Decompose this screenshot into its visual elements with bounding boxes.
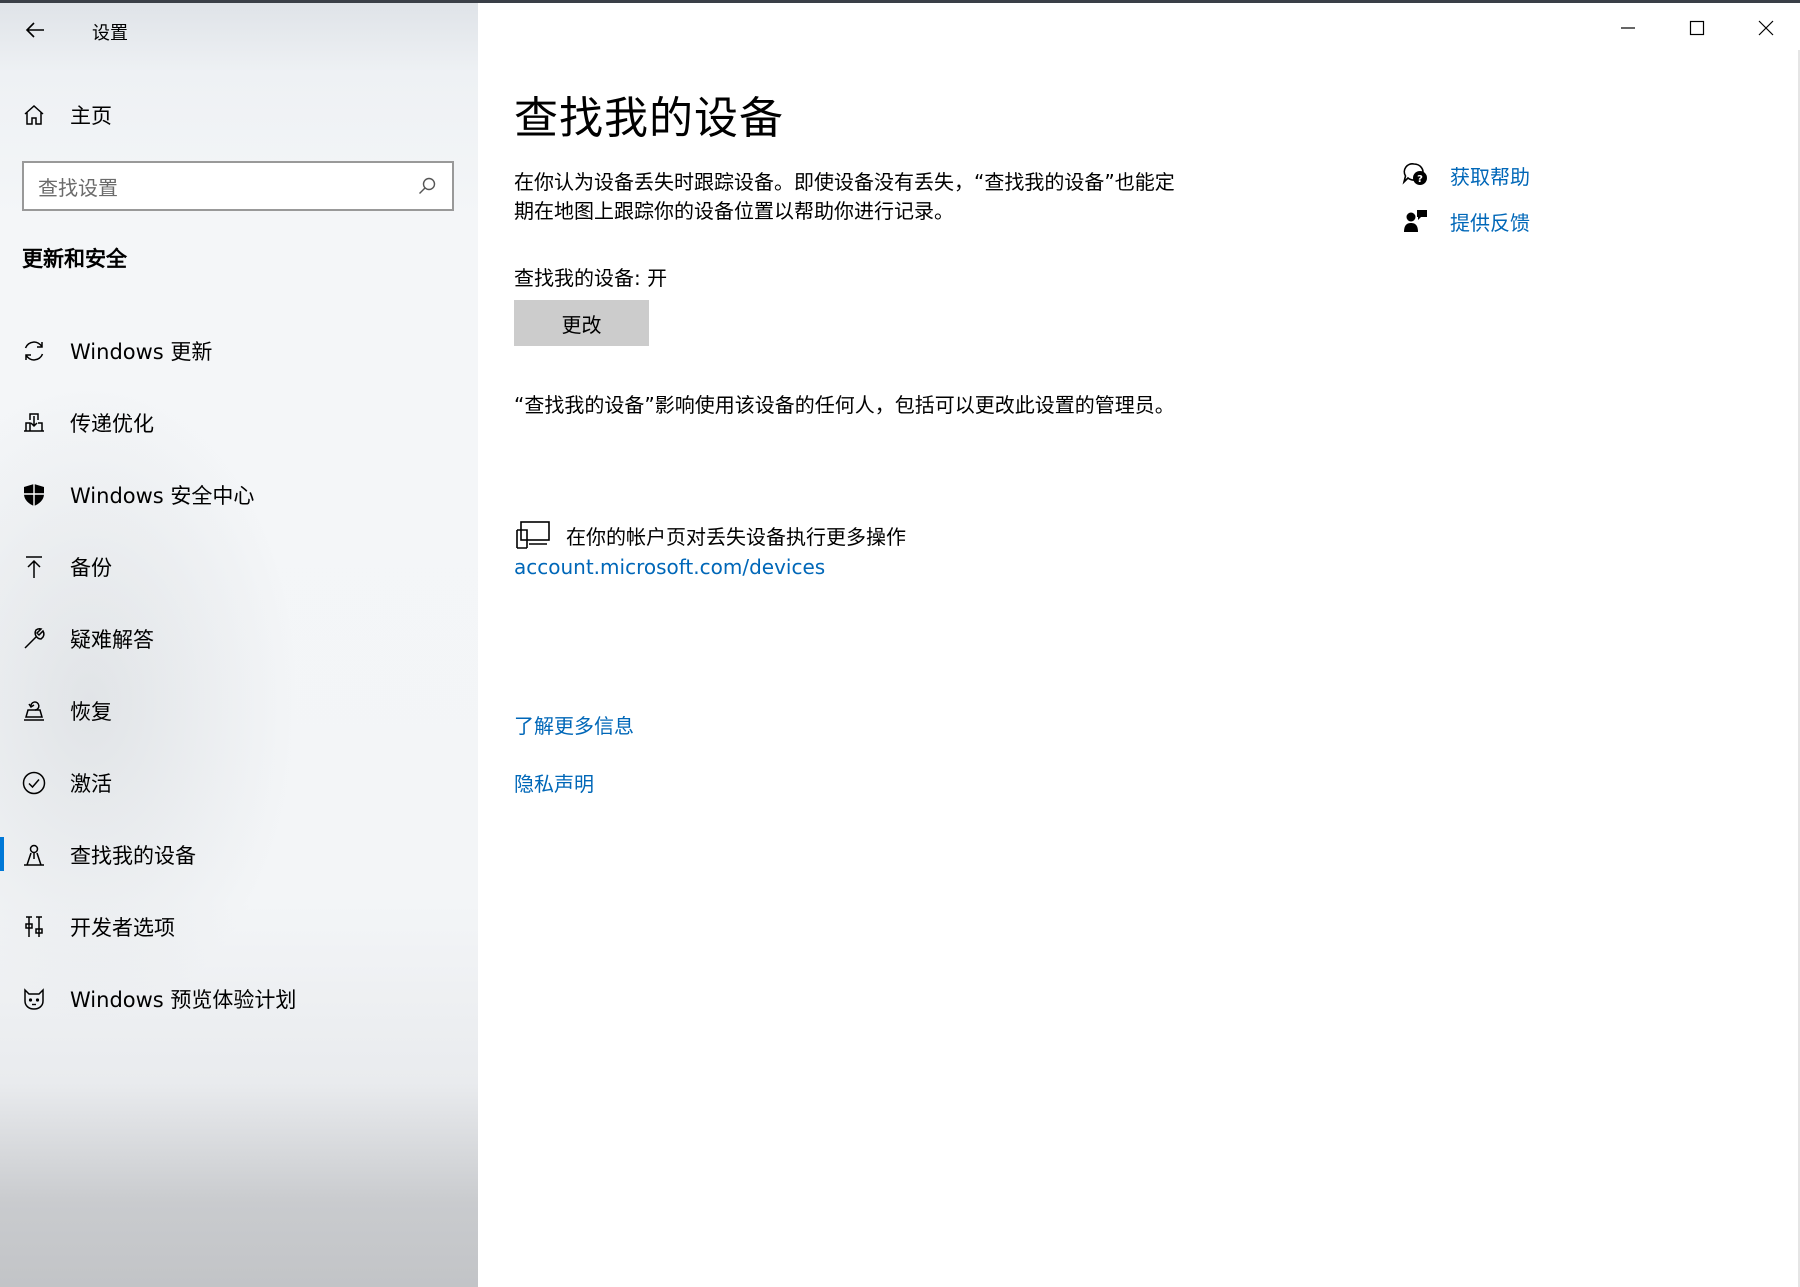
sidebar-item-label: 恢复 xyxy=(70,700,112,724)
insider-cat-icon xyxy=(20,985,48,1013)
sidebar-item-find-my-device[interactable]: 查找我的设备 xyxy=(0,819,478,891)
sidebar-item-windows-update[interactable]: Windows 更新 xyxy=(0,315,478,387)
search-input[interactable]: 查找设置 xyxy=(22,161,454,211)
window-controls xyxy=(1593,3,1800,53)
section-title: 更新和安全 xyxy=(22,247,127,271)
learn-more-link[interactable]: 了解更多信息 xyxy=(514,710,634,739)
sidebar-item-delivery-optimization[interactable]: 传递优化 xyxy=(0,387,478,459)
sidebar-item-label: 激活 xyxy=(70,772,112,796)
svg-text:?: ? xyxy=(1417,174,1423,185)
find-device-icon xyxy=(20,841,48,869)
page-description: 在你认为设备丢失时跟踪设备。即使设备没有丢失，“查找我的设备”也能定期在地图上跟… xyxy=(514,170,1175,223)
account-devices-link[interactable]: account.microsoft.com/devices xyxy=(514,555,825,579)
feedback-person-icon xyxy=(1400,206,1430,236)
sidebar-item-recovery[interactable]: 恢复 xyxy=(0,675,478,747)
back-button[interactable] xyxy=(18,13,52,47)
sidebar-nav-list: Windows 更新 传递优化 Windows 安全中心 备份 疑难解答 恢复 … xyxy=(0,315,478,1035)
sidebar-item-label: 传递优化 xyxy=(70,412,154,436)
wrench-icon xyxy=(20,625,48,653)
page-title: 查找我的设备 xyxy=(514,93,784,144)
privacy-statement-link[interactable]: 隐私声明 xyxy=(514,768,594,797)
sidebar-item-windows-insider[interactable]: Windows 预览体验计划 xyxy=(0,963,478,1035)
sidebar: 设置 主页 查找设置 更新和安全 Windows 更新 传递优化 Windows… xyxy=(0,3,478,1287)
sidebar-item-label: 主页 xyxy=(70,104,112,128)
checkmark-circle-icon xyxy=(20,769,48,797)
sidebar-item-developer-options[interactable]: 开发者选项 xyxy=(0,891,478,963)
developer-tools-icon xyxy=(20,913,48,941)
get-help-label: 获取帮助 xyxy=(1450,164,1530,189)
sidebar-item-label: 开发者选项 xyxy=(70,916,175,940)
admin-note: “查找我的设备”影响使用该设备的任何人，包括可以更改此设置的管理员。 xyxy=(514,393,1175,417)
help-panel: ? 获取帮助 提供反馈 xyxy=(1400,152,1530,244)
close-button[interactable] xyxy=(1731,3,1800,53)
sidebar-item-label: 疑难解答 xyxy=(70,628,154,652)
backup-arrow-icon xyxy=(20,553,48,581)
sidebar-item-activation[interactable]: 激活 xyxy=(0,747,478,819)
search-icon[interactable] xyxy=(414,173,440,199)
maximize-icon xyxy=(1689,20,1704,36)
feedback-label: 提供反馈 xyxy=(1450,210,1530,235)
shield-icon xyxy=(20,481,48,509)
find-device-status: 查找我的设备: 开 xyxy=(514,266,668,290)
app-title: 设置 xyxy=(92,23,128,44)
delivery-optimization-icon xyxy=(20,409,48,437)
sidebar-item-label: 查找我的设备 xyxy=(70,844,196,868)
sidebar-item-label: Windows 更新 xyxy=(70,340,213,364)
devices-icon xyxy=(514,518,552,552)
sidebar-item-label: 备份 xyxy=(70,556,112,580)
account-row: 在你的帐户页对丢失设备执行更多操作 xyxy=(514,518,906,552)
sidebar-item-windows-security[interactable]: Windows 安全中心 xyxy=(0,459,478,531)
sync-icon xyxy=(20,337,48,365)
search-placeholder: 查找设置 xyxy=(38,175,118,200)
help-chat-icon: ? xyxy=(1400,160,1430,190)
minimize-icon xyxy=(1620,27,1635,29)
maximize-button[interactable] xyxy=(1662,3,1731,53)
back-arrow-icon xyxy=(25,22,44,38)
recovery-icon xyxy=(20,697,48,725)
sidebar-item-home[interactable]: 主页 xyxy=(0,91,478,139)
feedback-link[interactable]: 提供反馈 xyxy=(1400,198,1530,244)
sidebar-item-troubleshoot[interactable]: 疑难解答 xyxy=(0,603,478,675)
sidebar-item-backup[interactable]: 备份 xyxy=(0,531,478,603)
change-button[interactable]: 更改 xyxy=(514,300,649,346)
account-text: 在你的帐户页对丢失设备执行更多操作 xyxy=(566,524,906,549)
home-icon xyxy=(20,101,48,129)
sidebar-item-label: Windows 预览体验计划 xyxy=(70,988,297,1012)
minimize-button[interactable] xyxy=(1593,3,1662,53)
close-icon xyxy=(1758,20,1773,36)
get-help-link[interactable]: ? 获取帮助 xyxy=(1400,152,1530,198)
sidebar-item-label: Windows 安全中心 xyxy=(70,484,255,508)
